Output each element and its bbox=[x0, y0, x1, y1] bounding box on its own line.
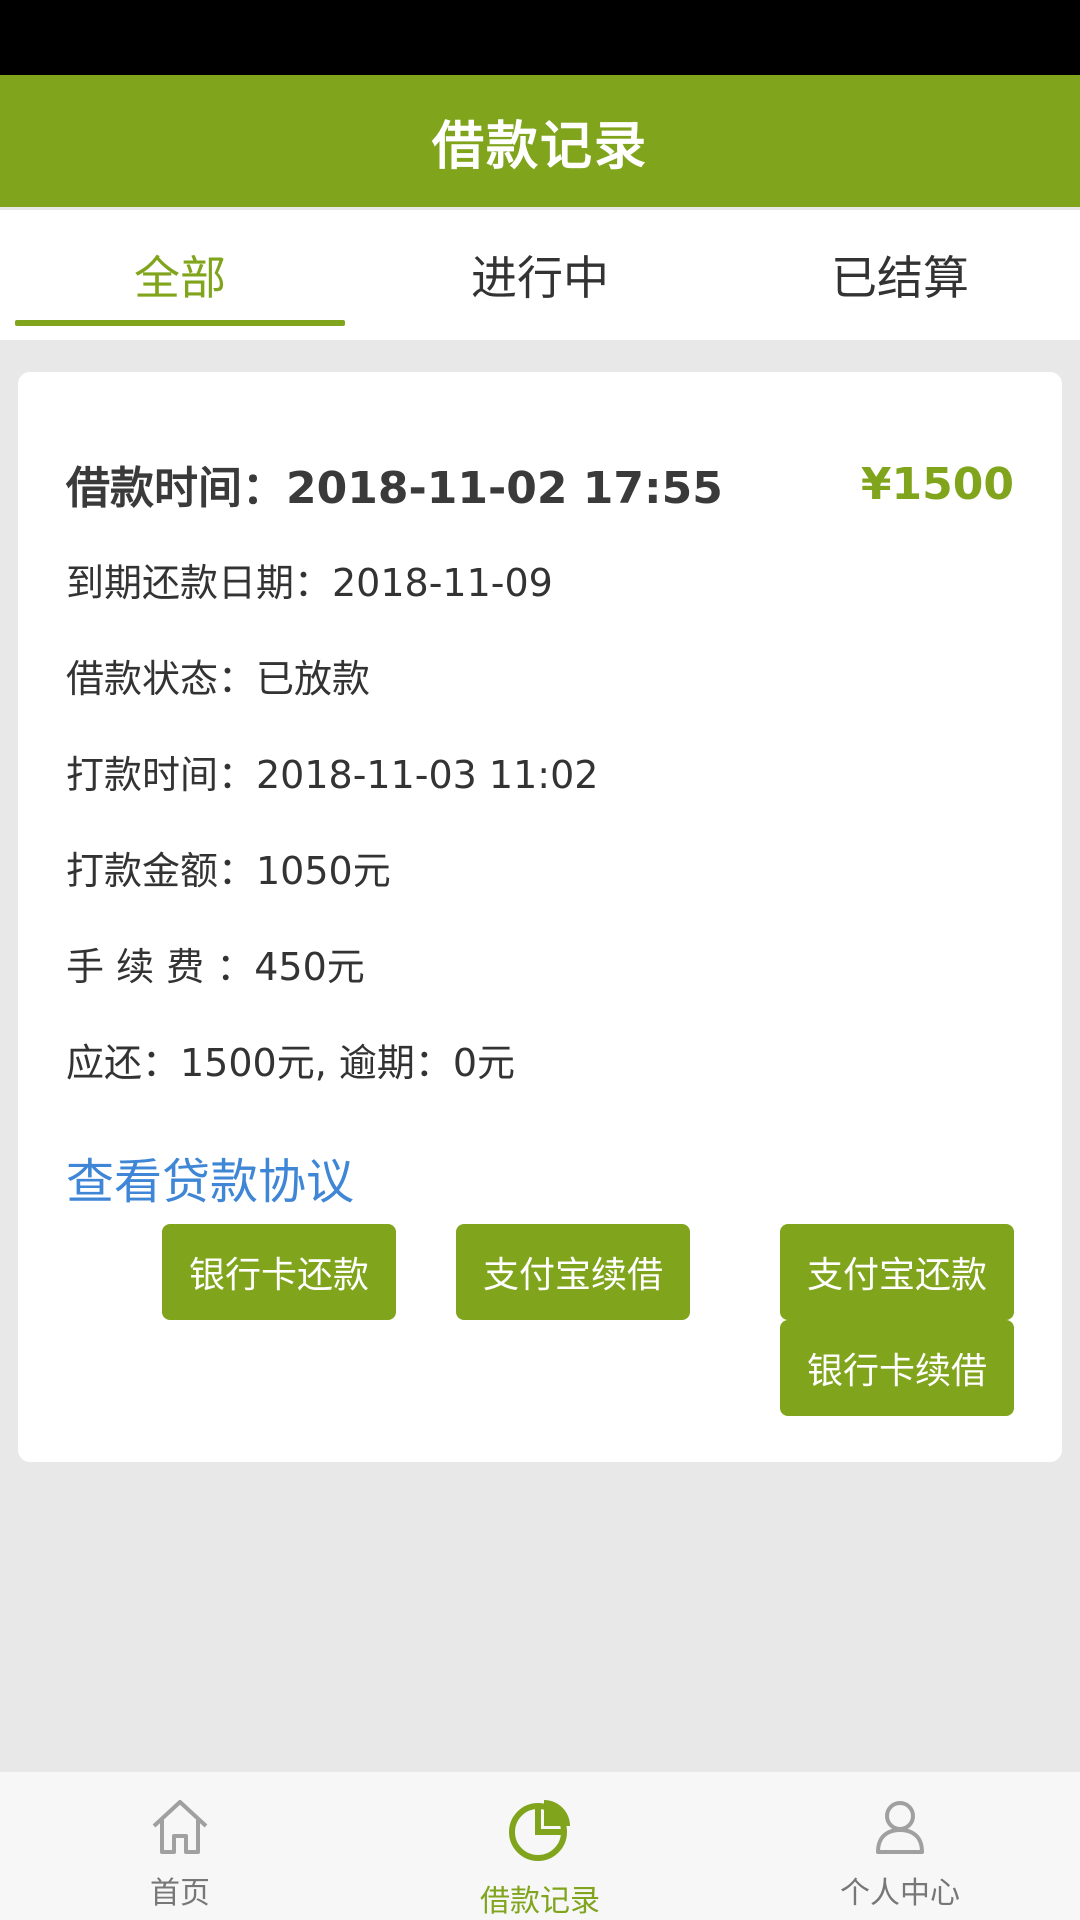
nav-profile[interactable]: 个人中心 bbox=[720, 1772, 1080, 1920]
home-icon bbox=[148, 1794, 212, 1858]
due-date: 到期还款日期：2018-11-09 bbox=[66, 561, 553, 605]
bank-card-repay-button[interactable]: 银行卡还款 bbox=[162, 1224, 396, 1320]
nav-home-label: 首页 bbox=[150, 1876, 210, 1911]
pie-chart-icon bbox=[504, 1794, 576, 1866]
page-title: 借款记录 bbox=[431, 116, 648, 177]
bank-card-renew-button[interactable]: 银行卡续借 bbox=[780, 1320, 1014, 1416]
loan-status: 借款状态：已放款 bbox=[66, 657, 371, 701]
loan-title-row: 借款时间：2018-11-02 17:55 ¥1500 bbox=[66, 452, 1014, 516]
tab-settled[interactable]: 已结算 bbox=[720, 210, 1080, 340]
transfer-time: 打款时间：2018-11-03 11:02 bbox=[66, 753, 599, 797]
user-icon bbox=[868, 1794, 932, 1858]
loan-record-card: 借款时间：2018-11-02 17:55 ¥1500 到期还款日期：2018-… bbox=[18, 372, 1062, 1462]
view-agreement-link[interactable]: 查看贷款协议 bbox=[66, 1142, 354, 1212]
bottom-nav: 首页 借款记录 个人中心 bbox=[0, 1772, 1080, 1920]
transfer-amount: 打款金额：1050元 bbox=[66, 849, 391, 893]
borrow-time: 借款时间：2018-11-02 17:55 bbox=[66, 463, 723, 514]
nav-profile-label: 个人中心 bbox=[840, 1876, 960, 1911]
alipay-repay-button[interactable]: 支付宝还款 bbox=[780, 1224, 1014, 1320]
loan-amount: ¥1500 bbox=[860, 458, 1014, 510]
app-header: 借款记录 bbox=[0, 75, 1080, 207]
nav-loan-records-label: 借款记录 bbox=[480, 1884, 600, 1919]
alipay-renew-button[interactable]: 支付宝续借 bbox=[456, 1224, 690, 1320]
tab-all[interactable]: 全部 bbox=[0, 210, 360, 340]
tab-in-progress[interactable]: 进行中 bbox=[360, 210, 720, 340]
status-bar bbox=[0, 0, 1080, 75]
nav-home[interactable]: 首页 bbox=[0, 1772, 360, 1920]
tab-bar: 全部 进行中 已结算 bbox=[0, 210, 1080, 340]
service-fee: 手 续 费 ：450元 bbox=[66, 945, 365, 989]
repay-summary: 应还：1500元, 逾期：0元 bbox=[66, 1041, 516, 1085]
nav-loan-records[interactable]: 借款记录 bbox=[360, 1772, 720, 1920]
